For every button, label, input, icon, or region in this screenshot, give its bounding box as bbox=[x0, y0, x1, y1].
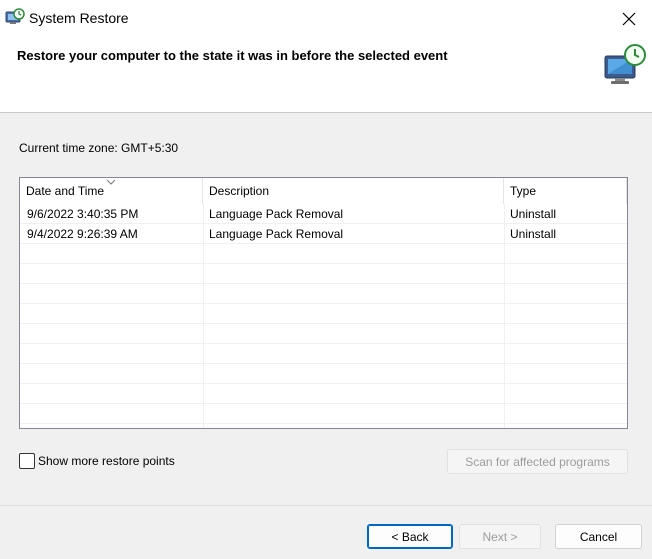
column-header-description[interactable]: Description bbox=[203, 178, 504, 204]
cell-date: 9/6/2022 3:40:35 PM bbox=[27, 207, 139, 221]
list-header: Date and Time Description Type bbox=[20, 178, 627, 204]
close-button[interactable] bbox=[606, 0, 652, 38]
cancel-button[interactable]: Cancel bbox=[555, 524, 642, 549]
empty-row bbox=[20, 304, 627, 324]
cell-type: Uninstall bbox=[510, 207, 557, 221]
close-icon bbox=[622, 12, 636, 26]
scan-affected-programs-button[interactable]: Scan for affected programs bbox=[447, 449, 628, 474]
grid-line bbox=[627, 204, 628, 428]
next-button[interactable]: Next > bbox=[459, 524, 541, 549]
system-restore-icon bbox=[5, 8, 25, 24]
page-title: Restore your computer to the state it wa… bbox=[17, 48, 448, 63]
cell-description: Language Pack Removal bbox=[209, 207, 344, 221]
cell-description: Language Pack Removal bbox=[209, 227, 344, 241]
timezone-label: Current time zone: GMT+5:30 bbox=[19, 141, 179, 155]
wizard-header: Restore your computer to the state it wa… bbox=[0, 38, 652, 113]
show-more-label: Show more restore points bbox=[38, 453, 175, 468]
restore-points-list[interactable]: Date and Time Description Type 9/6/2022 … bbox=[19, 177, 628, 429]
back-button[interactable]: < Back bbox=[367, 524, 453, 549]
footer-divider bbox=[0, 505, 652, 506]
table-row[interactable]: 9/4/2022 9:26:39 AM Language Pack Remova… bbox=[20, 224, 627, 244]
system-restore-monitor-icon bbox=[604, 44, 646, 84]
empty-row bbox=[20, 264, 627, 284]
cell-date: 9/4/2022 9:26:39 AM bbox=[27, 227, 138, 241]
empty-row bbox=[20, 364, 627, 384]
show-more-restore-points[interactable]: Show more restore points bbox=[19, 452, 175, 469]
column-header-type[interactable]: Type bbox=[504, 178, 627, 204]
cell-type: Uninstall bbox=[510, 227, 557, 241]
show-more-checkbox[interactable] bbox=[19, 452, 35, 469]
title-bar: System Restore bbox=[0, 0, 652, 38]
table-row[interactable]: 9/6/2022 3:40:35 PM Language Pack Remova… bbox=[20, 204, 627, 224]
empty-row bbox=[20, 404, 627, 424]
empty-row bbox=[20, 244, 627, 264]
empty-row bbox=[20, 324, 627, 344]
empty-row bbox=[20, 344, 627, 364]
empty-row bbox=[20, 284, 627, 304]
empty-row bbox=[20, 384, 627, 404]
window-title: System Restore bbox=[29, 10, 129, 26]
sort-descending-icon bbox=[106, 179, 116, 185]
